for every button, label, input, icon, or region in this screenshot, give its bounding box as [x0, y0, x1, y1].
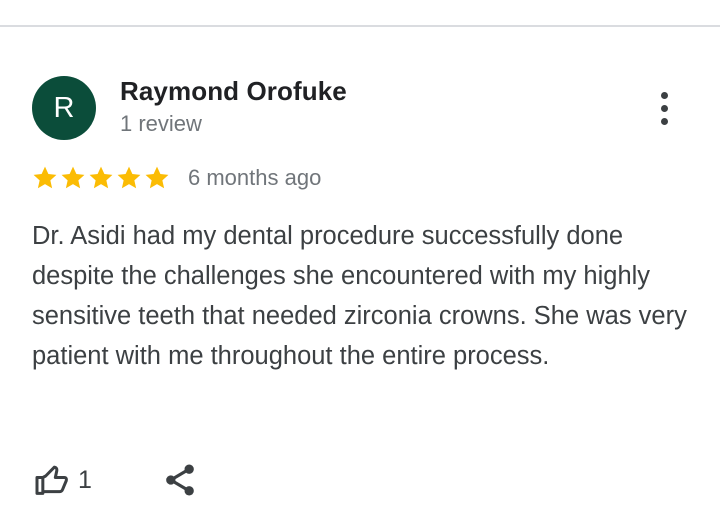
- review-date: 6 months ago: [188, 165, 322, 190]
- divider: [0, 25, 720, 27]
- star-icon: [61, 166, 85, 189]
- more-options-button[interactable]: [644, 86, 684, 130]
- star-icon: [89, 166, 113, 189]
- reviewer-review-count: 1 review: [120, 111, 202, 136]
- star-icon: [117, 166, 141, 189]
- thumbs-up-icon: [35, 465, 68, 495]
- like-button[interactable]: 1: [32, 460, 92, 500]
- star-icon: [33, 166, 57, 189]
- star-icon: [145, 166, 169, 189]
- avatar[interactable]: R: [32, 76, 96, 140]
- like-count: 1: [78, 465, 92, 494]
- reviewer-name[interactable]: Raymond Orofuke: [120, 76, 347, 107]
- review-card: R Raymond Orofuke 1 review 6 months ago …: [0, 0, 720, 521]
- avatar-initial: R: [53, 91, 75, 124]
- star-rating: [31, 164, 171, 192]
- share-icon: [166, 464, 194, 496]
- rating-row: 6 months ago: [31, 163, 321, 193]
- review-text: Dr. Asidi had my dental procedure succes…: [32, 222, 687, 370]
- share-button[interactable]: [160, 460, 200, 500]
- more-vert-icon: [660, 91, 668, 99]
